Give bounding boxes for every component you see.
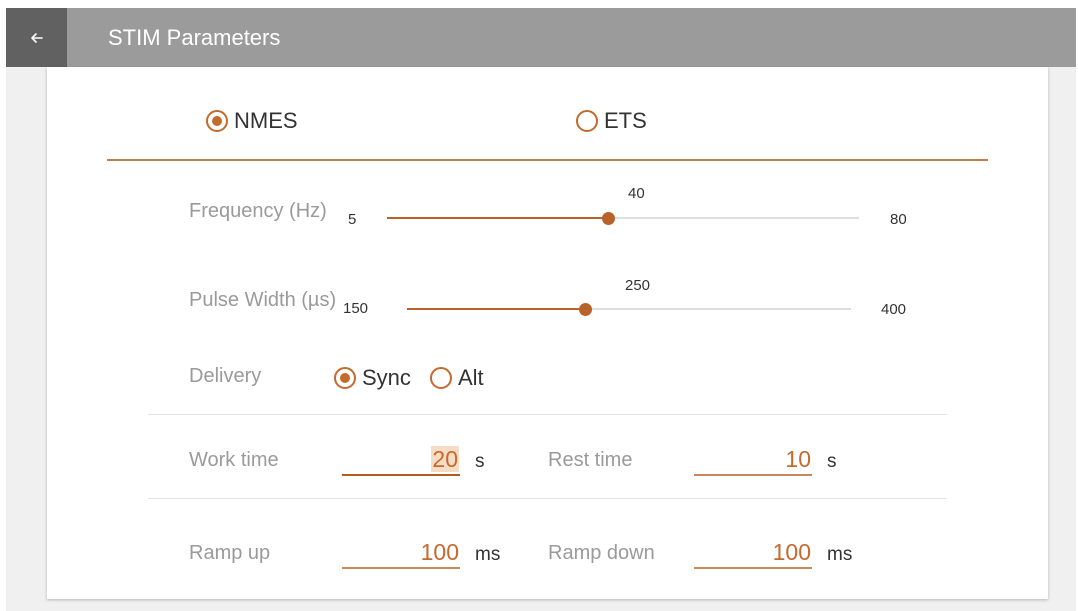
radio-checked-icon[interactable]: [206, 110, 228, 132]
delivery-label-alt: Alt: [458, 365, 484, 390]
pulse-width-min: 150: [343, 300, 369, 317]
work-time-label: Work time: [189, 449, 279, 471]
back-button[interactable]: [6, 8, 67, 67]
mode-option-nmes[interactable]: NMES: [206, 107, 298, 135]
app-bar: STIM Parameters: [6, 8, 1076, 67]
pulse-width-max: 400: [881, 301, 907, 318]
frequency-label: Frequency (Hz): [189, 200, 327, 222]
frequency-max: 80: [890, 211, 907, 228]
mode-option-ets[interactable]: ETS: [576, 107, 647, 135]
screen: STIM Parameters NMES ETS Frequency (Hz) …: [0, 0, 1078, 611]
work-time-unit: s: [475, 451, 485, 472]
delivery-label: Delivery: [189, 365, 262, 387]
frequency-value: 40: [628, 185, 645, 202]
delivery-label-sync: Sync: [362, 365, 411, 390]
ramp-up-label: Ramp up: [189, 542, 271, 564]
rest-time-value: 10: [785, 446, 811, 472]
delivery-option-alt[interactable]: Alt: [430, 364, 484, 392]
ramp-up-value: 100: [420, 539, 459, 565]
work-time-input[interactable]: 20: [342, 444, 460, 476]
radio-unchecked-icon[interactable]: [430, 367, 452, 389]
ramp-up-unit: ms: [475, 544, 501, 565]
frequency-min: 5: [348, 211, 357, 228]
radio-checked-icon[interactable]: [334, 367, 356, 389]
rest-time-unit: s: [827, 451, 837, 472]
section-divider: [148, 498, 947, 499]
arrow-left-icon: [30, 32, 43, 43]
section-divider: [148, 414, 947, 415]
mode-label-nmes: NMES: [234, 108, 298, 133]
frequency-track-fill: [387, 217, 608, 219]
parameters-card: NMES ETS Frequency (Hz) 5 40 80 Pulse Wi…: [47, 67, 1048, 599]
ramp-down-value: 100: [772, 539, 811, 565]
rest-time-label: Rest time: [548, 449, 633, 471]
work-time-value: 20: [431, 446, 459, 472]
delivery-option-sync[interactable]: Sync: [334, 364, 411, 392]
ramp-down-label: Ramp down: [548, 542, 655, 564]
pulse-width-label: Pulse Width (µs): [189, 289, 337, 311]
rest-time-input[interactable]: 10: [694, 444, 812, 476]
pulse-width-track-fill: [407, 308, 585, 310]
mode-label-ets: ETS: [604, 108, 647, 133]
ramp-down-unit: ms: [827, 544, 853, 565]
page-title: STIM Parameters: [108, 25, 281, 50]
ramp-up-input[interactable]: 100: [342, 537, 460, 569]
radio-unchecked-icon[interactable]: [576, 110, 598, 132]
mode-divider: [107, 159, 988, 161]
frequency-thumb[interactable]: [602, 212, 615, 225]
pulse-width-value: 250: [625, 277, 651, 294]
ramp-down-input[interactable]: 100: [694, 537, 812, 569]
pulse-width-thumb[interactable]: [579, 303, 592, 316]
